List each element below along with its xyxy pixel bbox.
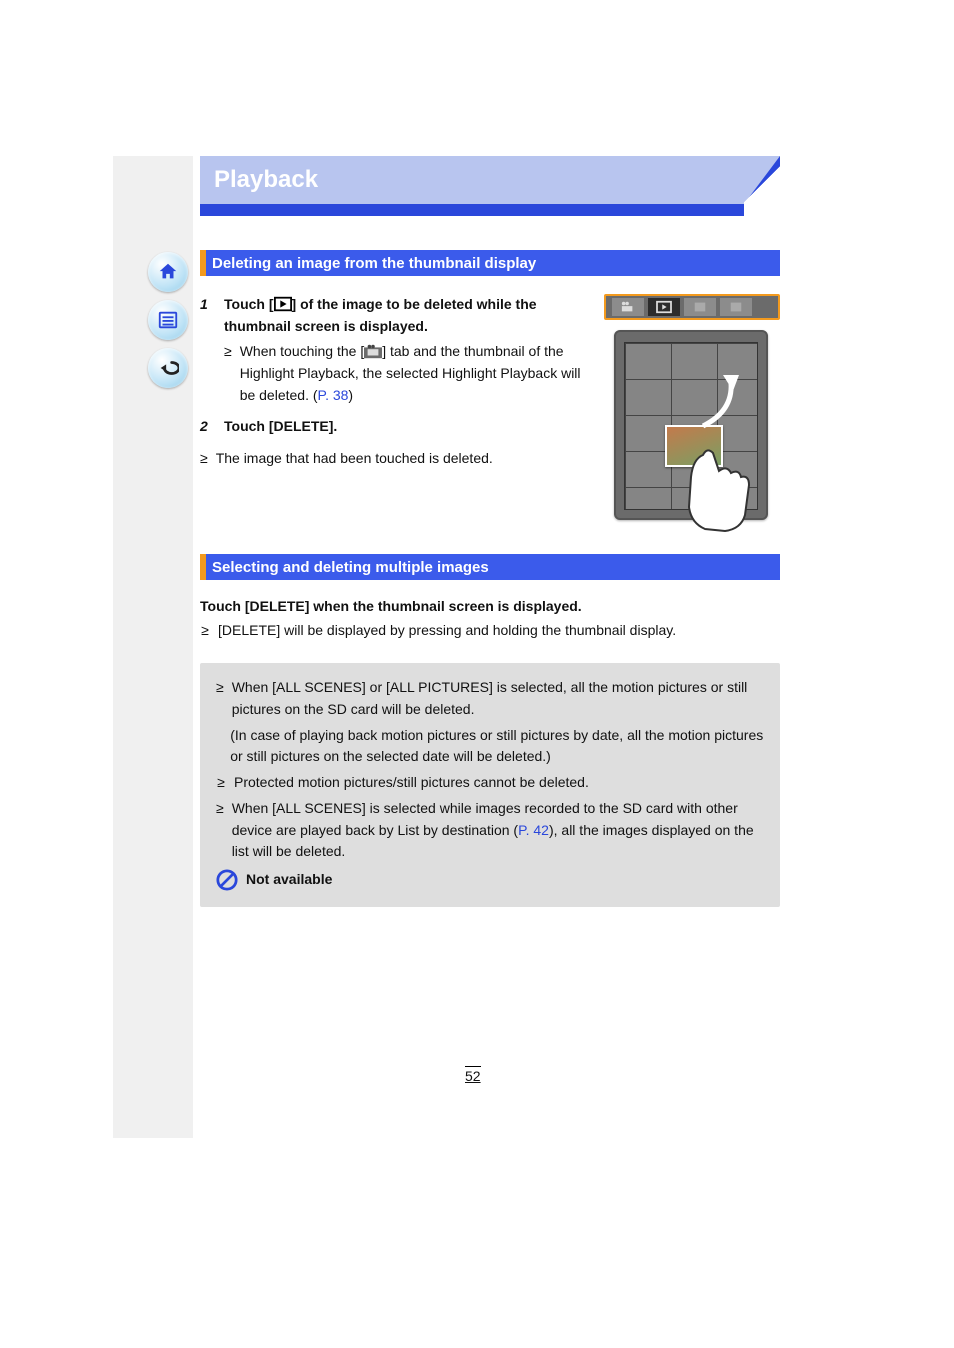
- step-2-note: ≥ The image that had been touched is del…: [200, 448, 592, 470]
- square-icon: [691, 300, 709, 314]
- page: Playback Deleting an image from the thum…: [0, 0, 954, 1348]
- step-2: 2 Touch [DELETE].: [200, 416, 592, 438]
- note-2: (In case of playing back motion pictures…: [230, 725, 764, 768]
- thumbnail-illustration: [604, 294, 780, 520]
- note-box: ≥When [ALL SCENES] or [ALL PICTURES] is …: [200, 663, 780, 907]
- highlight-tab-icon: [364, 343, 382, 359]
- not-available-row: Not available: [216, 869, 764, 891]
- section-2-bullet-text: [DELETE] will be displayed by pressing a…: [218, 620, 676, 642]
- tab-highlight[interactable]: [612, 298, 644, 316]
- device-mockup: [614, 330, 768, 520]
- step-2-text: Touch [DELETE].: [224, 416, 592, 438]
- back-button[interactable]: [148, 348, 188, 388]
- page-number: 52: [465, 1066, 481, 1084]
- section-2-body: Touch [DELETE] when the thumbnail screen…: [200, 596, 780, 641]
- section-2-title: Selecting and deleting multiple images: [212, 559, 489, 576]
- play-icon: [655, 300, 673, 314]
- step-2-note-text: The image that had been touched is delet…: [216, 448, 493, 470]
- step-1: 1 Touch [] of the image to be deleted wh…: [200, 294, 592, 406]
- highlight-icon: [619, 300, 637, 314]
- home-button[interactable]: [148, 252, 188, 292]
- content-area: Playback Deleting an image from the thum…: [200, 156, 780, 907]
- chapter-banner: Playback: [200, 156, 780, 216]
- step-1-bullet-text: When touching the [] tab and the thumbna…: [240, 341, 592, 406]
- step-1-bullet: ≥: [224, 341, 232, 406]
- section-1-text: 1 Touch [] of the image to be deleted wh…: [200, 294, 592, 520]
- step-1-prefix: Touch [: [224, 296, 274, 312]
- section-2-intro: Touch [DELETE] when the thumbnail screen…: [200, 596, 780, 618]
- home-icon: [157, 261, 179, 283]
- play-box-icon: [274, 296, 292, 312]
- step-2-number: 2: [200, 416, 216, 438]
- menu-icon: [157, 309, 179, 331]
- tab-4[interactable]: [720, 298, 752, 316]
- menu-button[interactable]: [148, 300, 188, 340]
- section-1-body: 1 Touch [] of the image to be deleted wh…: [200, 294, 780, 520]
- back-arrow-icon: [157, 357, 179, 379]
- note-3: Protected motion pictures/still pictures…: [234, 772, 589, 794]
- hand-icon: [673, 445, 773, 535]
- note-1: When [ALL SCENES] or [ALL PICTURES] is s…: [232, 677, 764, 720]
- step-1-number: 1: [200, 294, 216, 406]
- square-icon: [727, 300, 745, 314]
- not-available-text: Not available: [246, 869, 332, 891]
- flick-arrow-icon: [693, 371, 743, 431]
- section-1-title: Deleting an image from the thumbnail dis…: [212, 255, 536, 272]
- note-4: When [ALL SCENES] is selected while imag…: [232, 798, 764, 863]
- section-2-header: Selecting and deleting multiple images: [200, 554, 780, 580]
- playback-tabs: [604, 294, 780, 320]
- not-available-icon: [216, 869, 238, 891]
- page-38-link[interactable]: P. 38: [318, 387, 349, 403]
- left-sidebar: [113, 156, 193, 1138]
- tab-play-selected[interactable]: [648, 298, 680, 316]
- chapter-title: Playback: [214, 166, 318, 194]
- tab-3[interactable]: [684, 298, 716, 316]
- section-1-header: Deleting an image from the thumbnail dis…: [200, 250, 780, 276]
- step-1-body: Touch [] of the image to be deleted whil…: [224, 294, 592, 406]
- page-42-link[interactable]: P. 42: [518, 822, 549, 838]
